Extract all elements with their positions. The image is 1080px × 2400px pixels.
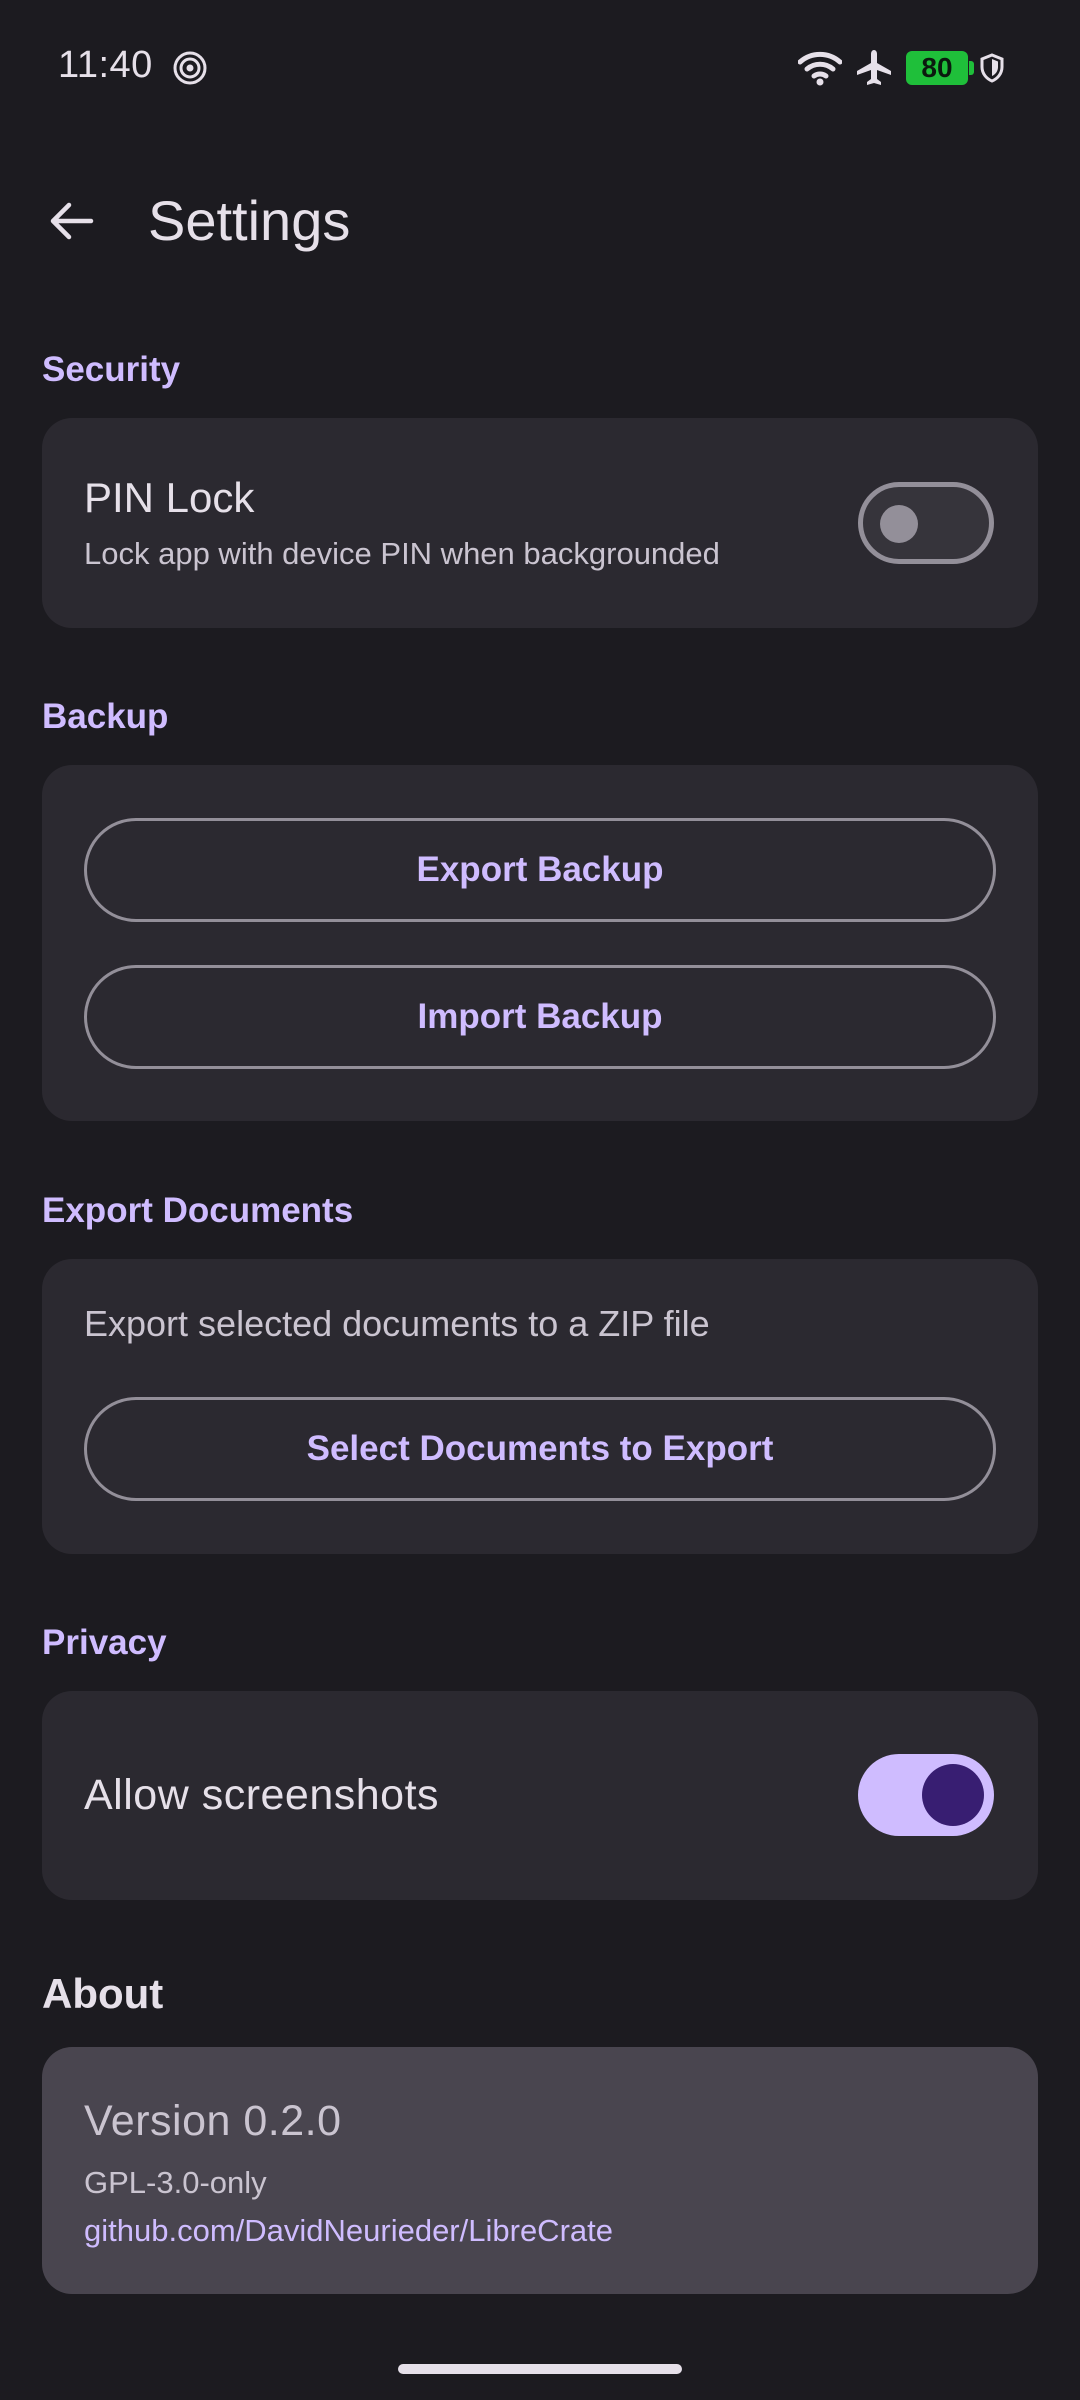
home-indicator[interactable] <box>398 2364 682 2374</box>
export-backup-button[interactable]: Export Backup <box>84 818 996 922</box>
pin-lock-description: Lock app with device PIN when background… <box>84 536 720 571</box>
allow-screenshots-label: Allow screenshots <box>84 1771 440 1819</box>
backup-card: Export Backup Import Backup <box>42 765 1038 1121</box>
wifi-icon <box>798 50 842 86</box>
section-header-security: Security <box>42 350 181 389</box>
license-text: GPL-3.0-only <box>84 2165 267 2200</box>
select-documents-button[interactable]: Select Documents to Export <box>84 1397 996 1501</box>
shield-icon <box>980 53 1004 83</box>
pin-lock-card: PIN Lock Lock app with device PIN when b… <box>42 418 1038 628</box>
section-header-privacy: Privacy <box>42 1623 167 1662</box>
privacy-card: Allow screenshots <box>42 1691 1038 1900</box>
version-text: Version 0.2.0 <box>84 2097 342 2145</box>
pin-lock-title: PIN Lock <box>84 474 255 521</box>
switch-knob <box>880 505 918 543</box>
export-documents-card: Export selected documents to a ZIP file … <box>42 1259 1038 1554</box>
section-header-backup: Backup <box>42 697 169 736</box>
airplane-icon <box>854 48 894 88</box>
status-icons: 80 <box>798 48 1004 88</box>
export-documents-description: Export selected documents to a ZIP file <box>84 1303 710 1344</box>
arrow-left-icon <box>50 202 94 240</box>
section-header-export-documents: Export Documents <box>42 1191 354 1230</box>
battery-icon: 80 <box>906 51 974 85</box>
about-card: Version 0.2.0 GPL-3.0-only github.com/Da… <box>42 2047 1038 2294</box>
repository-link[interactable]: github.com/DavidNeurieder/LibreCrate <box>84 2213 613 2249</box>
page-title: Settings <box>148 189 351 252</box>
allow-screenshots-switch[interactable] <box>858 1754 994 1836</box>
status-time: 11:40 <box>58 44 153 86</box>
spiral-icon <box>172 50 208 86</box>
pin-lock-switch[interactable] <box>858 482 994 564</box>
switch-knob <box>922 1764 984 1826</box>
app-bar: Settings <box>0 160 1080 280</box>
back-button[interactable] <box>36 186 106 256</box>
import-backup-button[interactable]: Import Backup <box>84 965 996 1069</box>
status-bar: 11:40 80 <box>0 0 1080 130</box>
section-header-about: About <box>42 1970 164 2017</box>
